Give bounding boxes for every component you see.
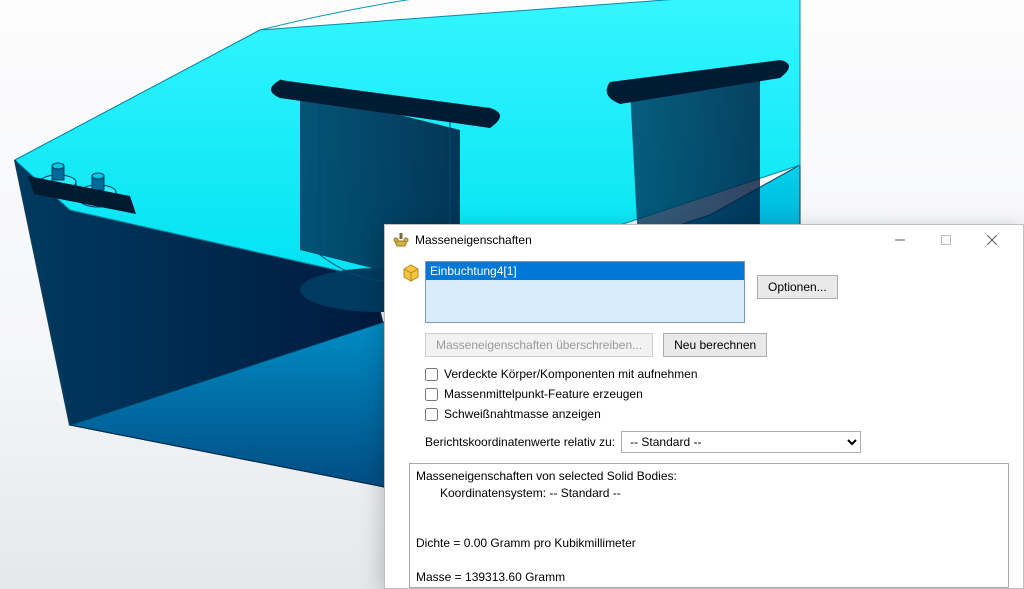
override-mass-properties-button: Masseneigenschaften überschreiben... xyxy=(425,333,653,357)
show-weld-mass-checkbox[interactable]: Schweißnahtmasse anzeigen xyxy=(425,407,1011,421)
window-close-button[interactable] xyxy=(969,225,1015,255)
results-coordsys: Koordinatensystem: -- Standard -- xyxy=(416,485,1002,502)
close-icon xyxy=(987,235,997,245)
results-header: Masseneigenschaften von selected Solid B… xyxy=(416,469,677,483)
create-com-feature-input[interactable] xyxy=(425,388,438,401)
include-hidden-checkbox[interactable]: Verdeckte Körper/Komponenten mit aufnehm… xyxy=(425,367,1011,381)
create-com-feature-checkbox[interactable]: Massenmittelpunkt-Feature erzeugen xyxy=(425,387,1011,401)
window-maximize-button xyxy=(923,225,969,255)
coord-system-select[interactable]: -- Standard -- xyxy=(621,431,861,453)
dialog-title: Masseneigenschaften xyxy=(415,233,532,247)
minimize-icon xyxy=(895,235,905,245)
mass-properties-icon xyxy=(393,232,409,248)
dialog-titlebar[interactable]: Masseneigenschaften xyxy=(385,225,1023,255)
show-weld-mass-input[interactable] xyxy=(425,408,438,421)
recalculate-button[interactable]: Neu berechnen xyxy=(663,333,767,357)
options-button[interactable]: Optionen... xyxy=(757,275,838,299)
show-weld-mass-label: Schweißnahtmasse anzeigen xyxy=(444,407,601,421)
results-textbox[interactable]: Masseneigenschaften von selected Solid B… xyxy=(409,463,1009,588)
results-density: Dichte = 0.00 Gramm pro Kubikmillimeter xyxy=(416,536,636,550)
include-hidden-input[interactable] xyxy=(425,368,438,381)
results-mass: Masse = 139313.60 Gramm xyxy=(416,570,565,584)
create-com-feature-label: Massenmittelpunkt-Feature erzeugen xyxy=(444,387,643,401)
selected-item[interactable]: Einbuchtung4[1] xyxy=(426,262,744,280)
coord-system-label: Berichtskoordinatenwerte relativ zu: xyxy=(425,435,615,449)
selected-items-list[interactable]: Einbuchtung4[1] xyxy=(425,261,745,323)
mass-properties-dialog: Masseneigenschaften Einbuchtung4[1] Op xyxy=(384,224,1024,589)
include-hidden-label: Verdeckte Körper/Komponenten mit aufnehm… xyxy=(444,367,698,381)
maximize-icon xyxy=(941,235,951,245)
part-document-icon xyxy=(397,261,425,283)
window-minimize-button[interactable] xyxy=(877,225,923,255)
